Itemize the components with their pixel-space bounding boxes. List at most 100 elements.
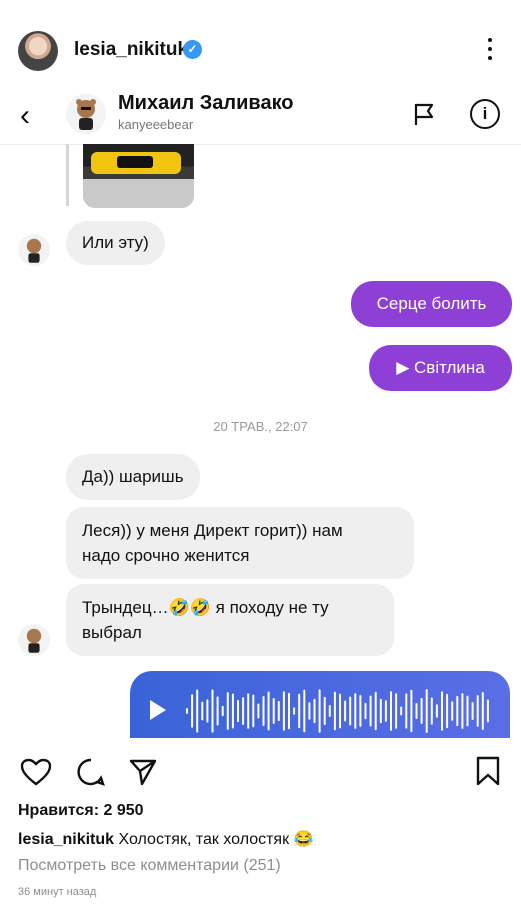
waveform-bar [216, 696, 219, 726]
play-icon[interactable] [150, 700, 166, 720]
waveform-bar [420, 698, 423, 724]
caption-username[interactable]: lesia_nikituk [18, 831, 114, 848]
shared-car-image[interactable] [83, 144, 194, 208]
heart-icon[interactable] [20, 758, 52, 786]
contact-handle: kanyeeebear [118, 117, 194, 132]
waveform-bar [374, 691, 377, 731]
waveform-bar [288, 692, 290, 730]
waveform-bar [221, 705, 224, 717]
waveform-bar [344, 700, 347, 722]
comment-icon[interactable] [76, 757, 106, 787]
post-time: 36 минут назад [18, 886, 97, 898]
waveform-bar [486, 699, 489, 723]
waveform-bar [272, 698, 275, 724]
waveform-bar [191, 694, 194, 728]
waveform-bar [446, 693, 449, 729]
waveform-bar [211, 689, 214, 733]
waveform-bar [390, 691, 392, 731]
kebab-menu-icon[interactable] [486, 38, 494, 64]
message-line: выбрал [82, 623, 142, 642]
waveform-bar [410, 689, 413, 733]
caption-text: Холостяк, так холостяк 😂 [114, 831, 314, 848]
waveform-bar [262, 695, 265, 727]
reply-divider [66, 144, 69, 206]
waveform-bar [231, 693, 234, 729]
waveform-bar [328, 704, 331, 718]
message-line: надо срочно женится [82, 546, 250, 565]
send-icon[interactable] [128, 757, 158, 787]
waveform-bar [364, 702, 367, 720]
waveform-bar [339, 693, 341, 729]
bookmark-icon[interactable] [475, 756, 501, 786]
waveform-bar [405, 693, 408, 729]
waveform-bar [379, 698, 382, 724]
waveform-bar [186, 708, 188, 714]
waveform-bar [242, 697, 245, 725]
waveform-bar [456, 695, 459, 727]
contact-avatar-small [18, 234, 50, 266]
waveform-bar [430, 697, 433, 725]
waveform-bar [226, 692, 229, 730]
waveform-bar [384, 700, 387, 722]
waveform-bar [196, 689, 199, 733]
waveform-bar [206, 699, 209, 723]
waveform-bar [267, 691, 270, 731]
waveform-bar [333, 691, 336, 731]
message-incoming[interactable]: Трындец…🤣🤣 я походу не ту выбрал [66, 584, 394, 656]
post-caption: lesia_nikituk Холостяк, так холостяк 😂 [18, 829, 313, 849]
message-outgoing-photo[interactable]: ▶ Світлина [369, 345, 512, 391]
waveform-bar [282, 691, 285, 731]
waveform-bar [237, 699, 239, 723]
waveform-bar [415, 702, 418, 720]
voice-message[interactable] [130, 671, 510, 738]
waveform-bar [201, 701, 204, 721]
post-author-username[interactable]: lesia_nikituk [74, 39, 188, 61]
waveform-bar [369, 695, 372, 727]
waveform-bar [395, 693, 398, 729]
waveform-bar [451, 701, 454, 721]
waveform-bar [435, 704, 438, 718]
message-incoming[interactable]: Или эту) [66, 221, 165, 265]
waveform-bar [308, 702, 311, 720]
waveform-bar [425, 689, 428, 733]
verified-badge-icon: ✓ [183, 40, 202, 59]
message-timestamp: 20 ТРАВ., 22:07 [213, 419, 308, 434]
dm-header: ‹ Михаил Заливако kanyeeebear i [0, 86, 521, 145]
contact-avatar-small [18, 624, 50, 656]
post-actions [0, 738, 521, 798]
waveform-bar [277, 700, 280, 722]
waveform-bar [354, 693, 357, 729]
post-author-avatar[interactable] [18, 31, 58, 71]
waveform-bar [313, 698, 316, 724]
waveform-bar [318, 689, 321, 733]
waveform-bar [461, 693, 464, 729]
waveform-bar [349, 696, 352, 726]
message-incoming[interactable]: Леся)) у меня Директ горит)) нам надо ср… [66, 507, 414, 579]
view-all-comments-link[interactable]: Посмотреть все комментарии (251) [18, 857, 281, 875]
info-icon[interactable]: i [470, 99, 500, 129]
waveform-bar [466, 695, 469, 727]
contact-avatar[interactable] [66, 94, 106, 134]
waveform-bar [298, 693, 301, 729]
flag-icon[interactable] [412, 102, 436, 126]
message-line: Леся)) у меня Директ горит)) нам [82, 521, 343, 540]
waveform-bar [303, 689, 306, 733]
waveform-bar [471, 701, 474, 721]
waveform-bar [359, 695, 362, 727]
waveform-bar [257, 703, 260, 719]
waveform-bar [441, 691, 443, 731]
waveform-bar [252, 694, 255, 728]
waveform-bar [481, 691, 484, 731]
waveform [186, 689, 489, 733]
post-header: lesia_nikituk ✓ [0, 0, 521, 86]
message-line: Трындец…🤣🤣 я походу не ту [82, 598, 329, 617]
waveform-bar [400, 706, 403, 716]
likes-count[interactable]: Нравится: 2 950 [18, 802, 144, 820]
message-outgoing[interactable]: Серце болить [351, 281, 512, 327]
contact-name: Михаил Заливако [118, 92, 294, 114]
back-arrow-icon[interactable]: ‹ [20, 99, 30, 133]
waveform-bar [323, 696, 326, 726]
message-incoming[interactable]: Да)) шаришь [66, 454, 200, 500]
waveform-bar [476, 695, 479, 727]
dm-screenshot: ‹ Михаил Заливако kanyeeebear i Или эту)… [0, 86, 521, 738]
